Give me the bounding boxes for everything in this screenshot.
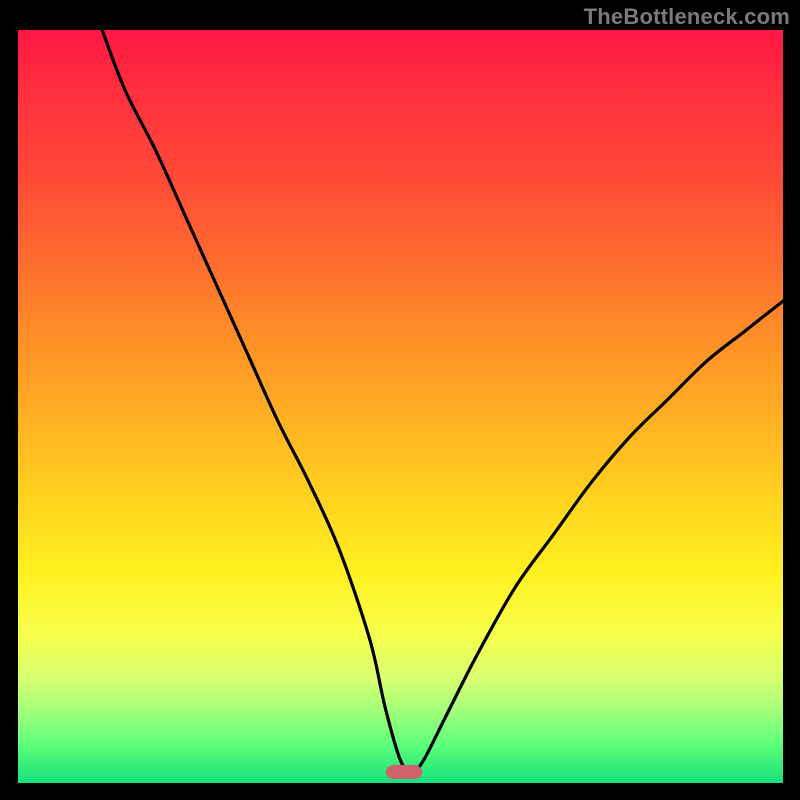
optimal-point-marker — [386, 765, 422, 779]
chart-frame: TheBottleneck.com — [0, 0, 800, 800]
watermark-text: TheBottleneck.com — [584, 4, 790, 30]
plot-area — [18, 30, 783, 783]
bottleneck-curve — [18, 30, 783, 783]
